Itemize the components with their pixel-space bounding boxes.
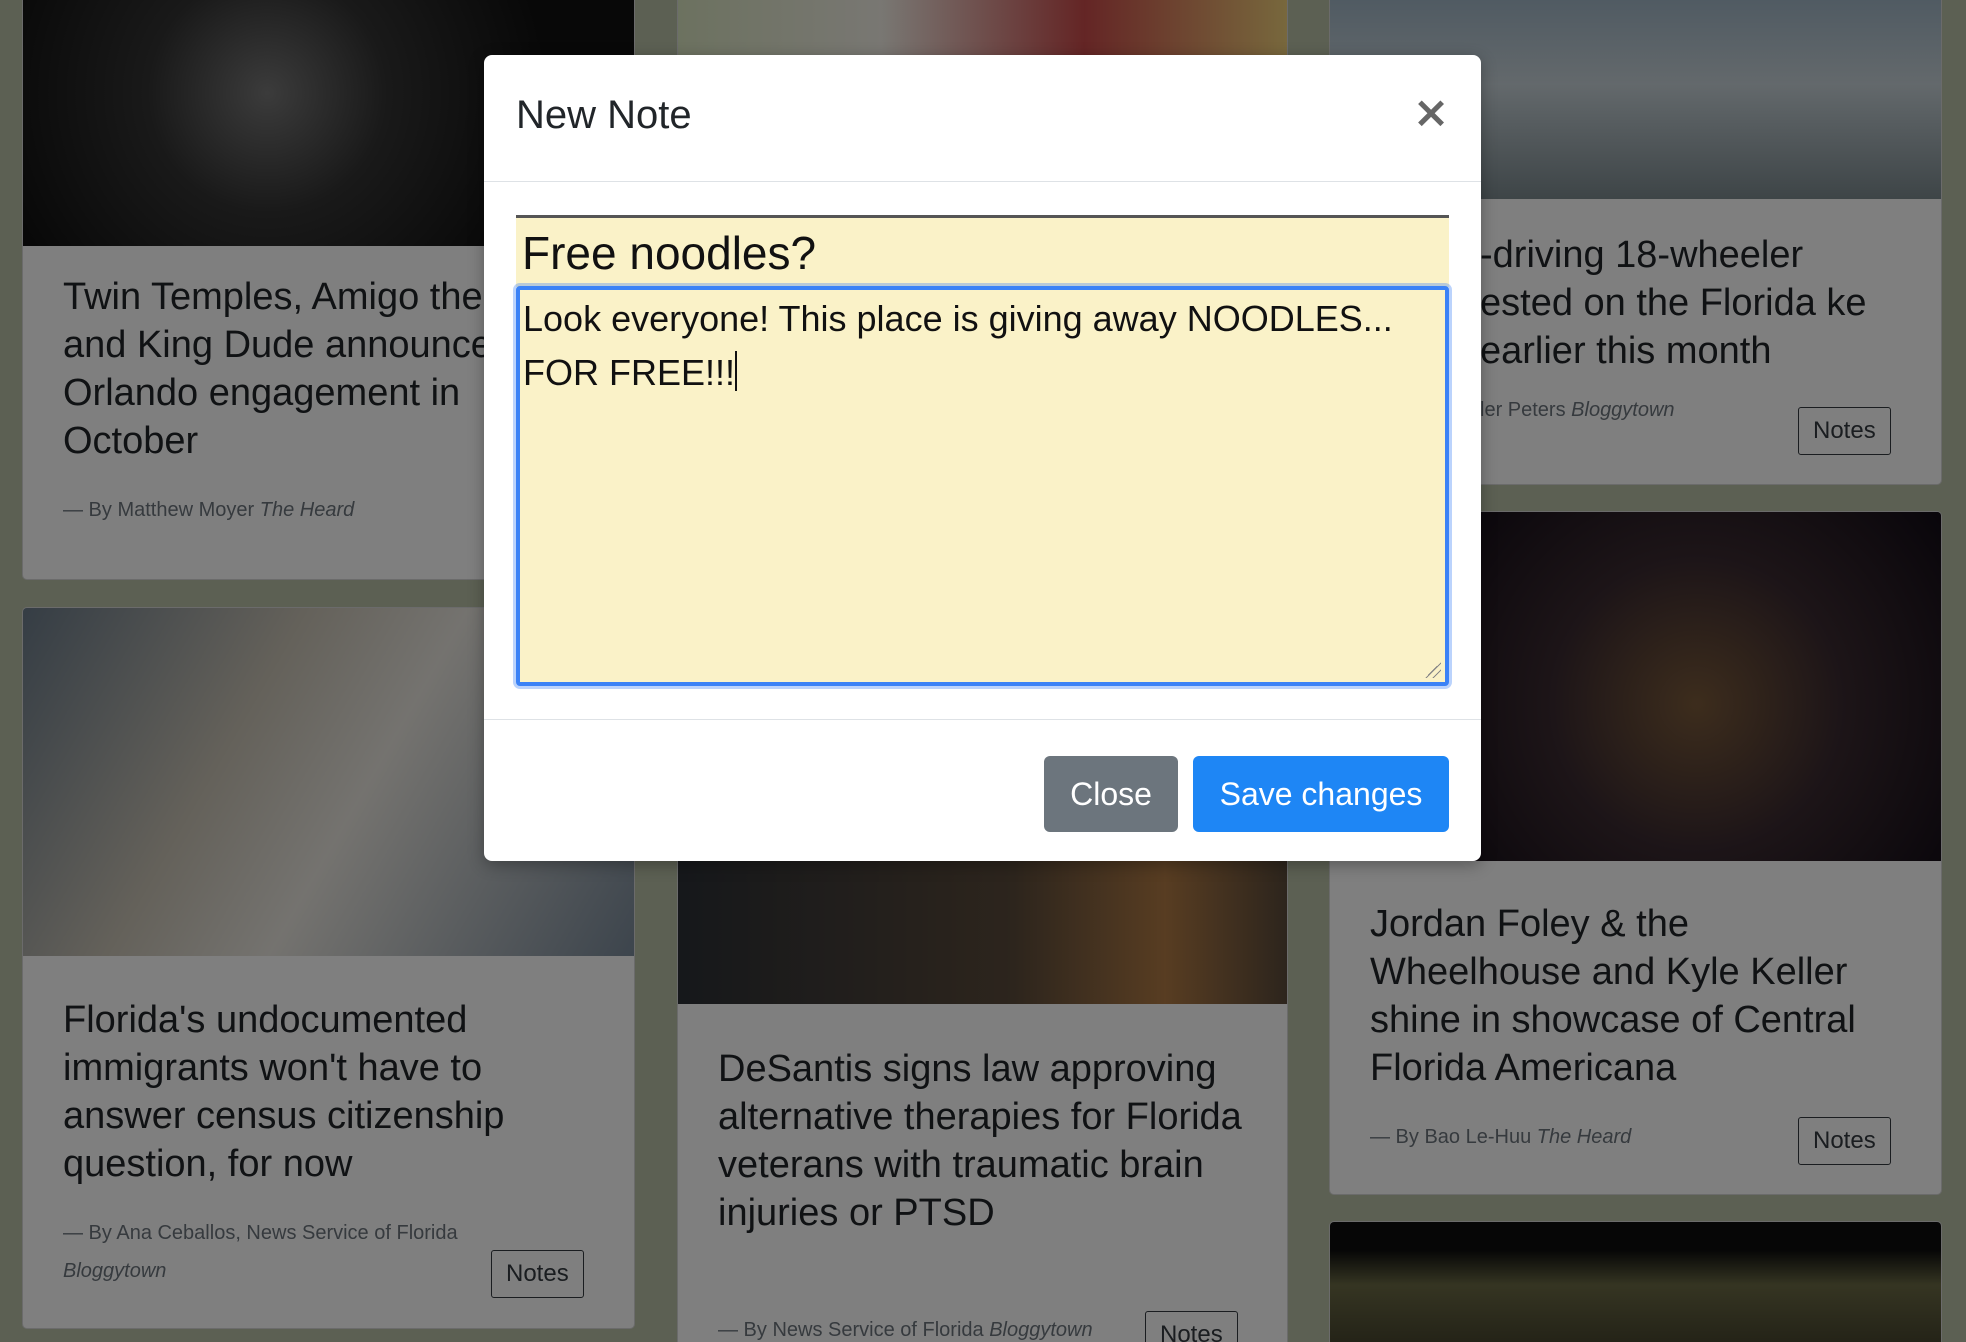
- modal-footer: Close Save changes: [484, 719, 1481, 861]
- modal-header: New Note ×: [484, 55, 1481, 182]
- new-note-modal: New Note × Free noodles? Look everyone! …: [484, 55, 1481, 861]
- save-changes-button[interactable]: Save changes: [1193, 756, 1449, 832]
- resize-handle-icon[interactable]: [1425, 662, 1441, 678]
- close-icon[interactable]: ×: [1409, 91, 1453, 135]
- modal-title: New Note: [516, 93, 692, 137]
- note-body-textarea[interactable]: Look everyone! This place is giving away…: [516, 286, 1449, 686]
- note-body-text: Look everyone! This place is giving away…: [523, 298, 1393, 393]
- note-title-input[interactable]: Free noodles?: [516, 215, 1449, 287]
- close-button[interactable]: Close: [1044, 756, 1178, 832]
- page: Twin Temples, Amigo the Devil and King D…: [0, 0, 1966, 1342]
- text-caret: [735, 351, 738, 391]
